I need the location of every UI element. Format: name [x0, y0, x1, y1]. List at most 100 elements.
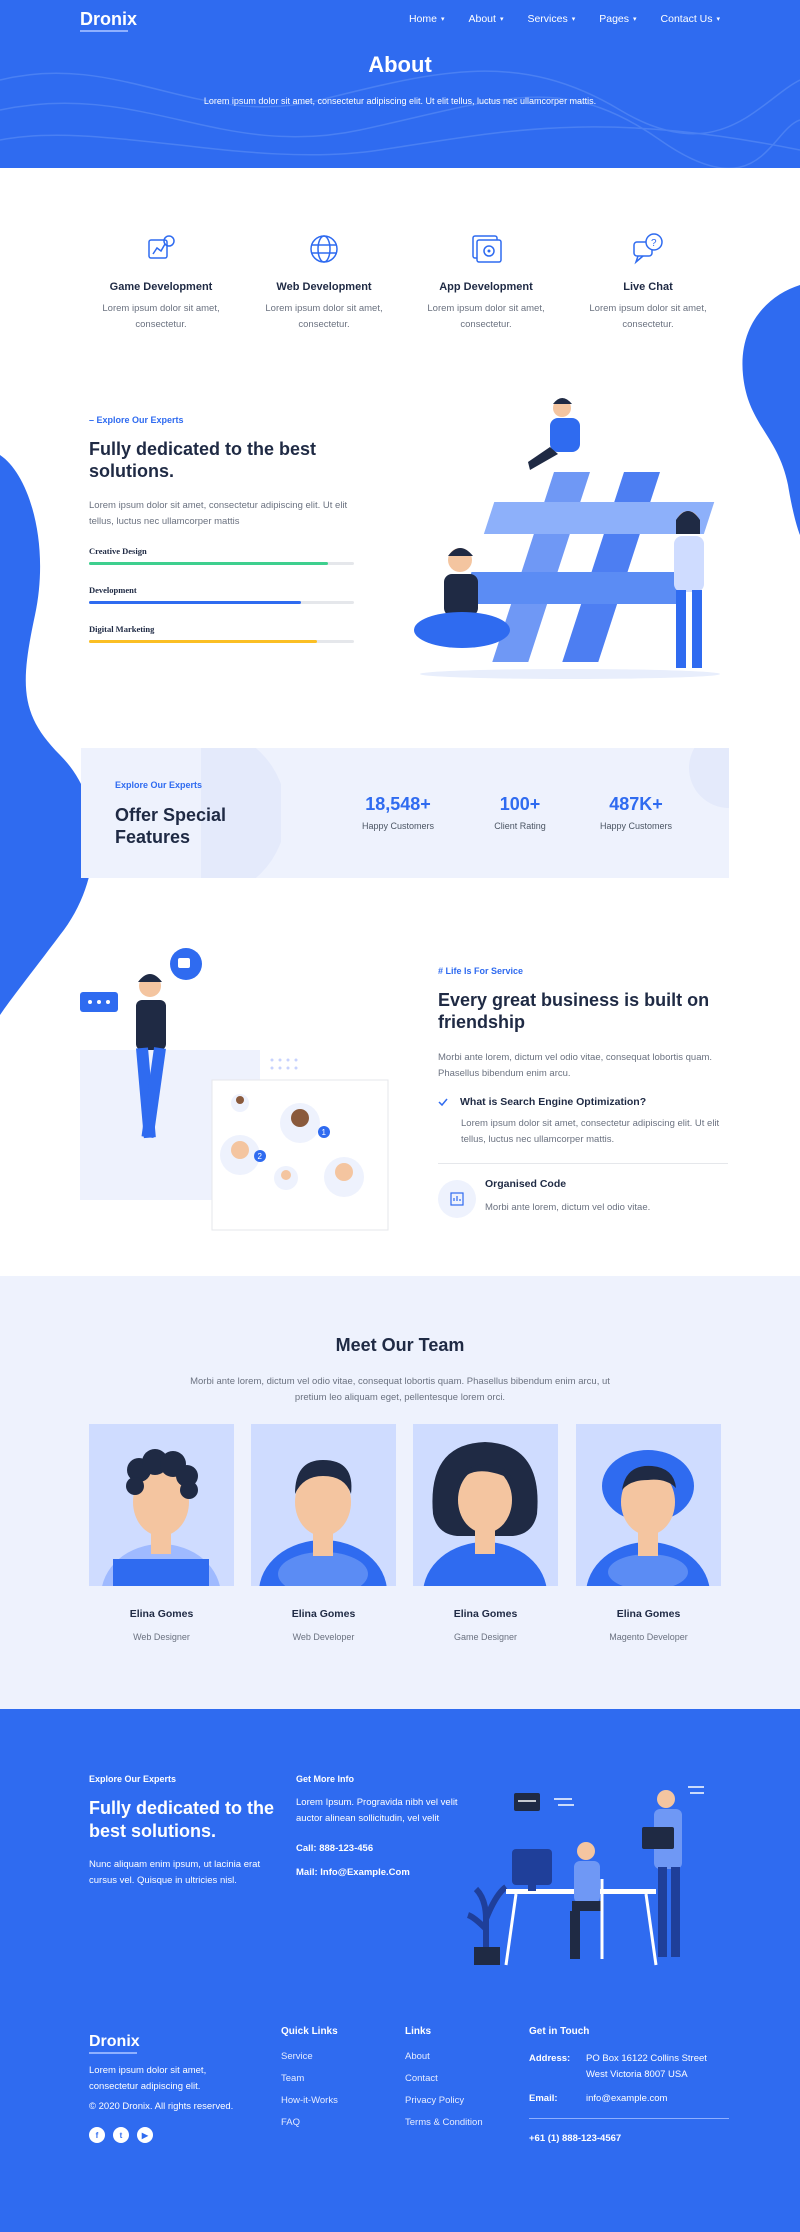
nav-item-home[interactable]: Home ▾ [409, 13, 445, 25]
nav-item-about[interactable]: About ▾ [469, 13, 504, 25]
member-role: Web Designer [133, 1632, 190, 1642]
footer-link-about[interactable]: About [405, 2051, 483, 2062]
member-name: Elina Gomes [291, 1608, 356, 1620]
member-photo [413, 1424, 558, 1586]
avatar [102, 1449, 220, 1586]
blob-decoration-right [742, 285, 800, 535]
stat-number: 18,548+ [365, 794, 431, 814]
skill-track [89, 562, 354, 565]
service-title: Game Development [109, 281, 213, 293]
service-card-web-development[interactable]: Web Development Lorem ipsum dolor sit am… [254, 232, 394, 333]
footer-call[interactable]: Call: 888-123-456 [296, 1843, 373, 1854]
footer-links: Links About Contact Privacy Policy Terms… [405, 2026, 483, 2139]
address-label: Address: [529, 2053, 571, 2064]
team-member-card[interactable]: Elina Gomes Web Developer [251, 1424, 396, 1642]
member-name: Elina Gomes [616, 1608, 681, 1620]
nav-item-contact[interactable]: Contact Us ▾ [661, 13, 720, 25]
experts-title: Fully dedicated to the best solutions. [89, 439, 317, 481]
business-title: Every great business is built on friends… [438, 990, 710, 1032]
footer-link-contact[interactable]: Contact [405, 2073, 483, 2084]
phone-value[interactable]: +61 (1) 888-123-4567 [529, 2133, 729, 2144]
divider [529, 2118, 729, 2119]
stat-happy-customers-2: 487K+ Happy Customers [581, 794, 691, 831]
check-icon [438, 1098, 448, 1107]
member-role: Web Developer [292, 1632, 355, 1642]
skill-development: Development [89, 585, 354, 604]
nav-label: Services [527, 13, 568, 25]
stats-panel: Explore Our Experts Offer Special Featur… [81, 748, 729, 878]
email-label: Email: [529, 2093, 558, 2104]
faq-item[interactable]: What is Search Engine Optimization? Lore… [438, 1096, 728, 1148]
skill-label: Digital Marketing [89, 624, 155, 634]
chevron-down-icon: ▾ [499, 16, 504, 23]
footer-link-how-it-works[interactable]: How-it-Works [281, 2095, 338, 2106]
chevron-down-icon: ▾ [716, 16, 720, 23]
member-name: Elina Gomes [129, 1608, 194, 1620]
team-member-card[interactable]: Elina Gomes Magento Developer [576, 1424, 721, 1642]
skill-label: Creative Design [89, 546, 147, 556]
divider [438, 1163, 728, 1164]
footer-col-title: Links [405, 2026, 432, 2037]
feature-title: Organised Code [485, 1178, 567, 1190]
avatar [586, 1450, 710, 1586]
stat-caption: Client Rating [494, 821, 546, 831]
business-kicker: # Life Is For Service [438, 966, 524, 976]
skill-label: Development [89, 585, 137, 595]
footer-cta-title: Fully dedicated to the best solutions. [89, 1798, 275, 1841]
footer-link-privacy[interactable]: Privacy Policy [405, 2095, 483, 2106]
brand-logo[interactable]: Dronix [80, 9, 137, 30]
team-section: Meet Our Team Morbi ante lorem, dictum v… [0, 1276, 800, 1709]
page-subtitle: Lorem ipsum dolor sit amet, consectetur … [203, 96, 597, 106]
service-text: Lorem ipsum dolor sit amet, consectetur. [589, 303, 707, 330]
game-development-icon [148, 235, 175, 259]
blob-decoration-left [0, 455, 94, 1015]
stat-number: 100+ [499, 794, 541, 814]
footer-link-team[interactable]: Team [281, 2073, 338, 2084]
team-member-card[interactable]: Elina Gomes Web Designer [89, 1424, 234, 1642]
footer-cta-kicker: Explore Our Experts [89, 1774, 177, 1784]
footer-cta-text: Nunc aliquam enim ipsum, ut lacinia erat… [89, 1859, 261, 1886]
email-value[interactable]: info@example.com [586, 2093, 667, 2104]
member-name: Elina Gomes [453, 1608, 518, 1620]
globe-icon [310, 235, 338, 263]
stat-number: 487K+ [609, 794, 663, 814]
chat-help-icon: ? [633, 233, 663, 265]
stat-caption: Happy Customers [599, 821, 673, 831]
footer-link-terms[interactable]: Terms & Condition [405, 2117, 483, 2128]
network-badge-1: 1 [322, 1128, 327, 1137]
footer-info-title: Get More Info [296, 1774, 354, 1784]
facebook-icon[interactable]: f [89, 2127, 105, 2143]
nav-label: Pages [599, 13, 630, 25]
app-settings-icon [472, 235, 502, 263]
skill-fill [89, 640, 317, 643]
footer-link-faq[interactable]: FAQ [281, 2117, 338, 2128]
business-text: Morbi ante lorem, dictum vel odio vitae,… [438, 1052, 713, 1079]
twitter-icon[interactable]: t [113, 2127, 129, 2143]
faq-question: What is Search Engine Optimization? [460, 1096, 647, 1108]
chevron-down-icon: ▾ [571, 16, 576, 23]
skill-creative-design: Creative Design [89, 546, 354, 565]
hero-banner: Dronix Home ▾ About ▾ Services ▾ Pages ▾ Con… [0, 0, 800, 168]
footer-logo[interactable]: Dronix [89, 2033, 140, 2051]
skill-fill [89, 601, 301, 604]
service-card-game-development[interactable]: Game Development Lorem ipsum dolor sit a… [91, 232, 231, 333]
service-card-live-chat[interactable]: ? Live Chat Lorem ipsum dolor sit amet, … [578, 232, 718, 333]
avatar [259, 1460, 387, 1586]
code-icon [438, 1180, 476, 1218]
nav-item-services[interactable]: Services ▾ [527, 13, 575, 25]
member-photo [251, 1424, 396, 1586]
footer-col-title: Quick Links [281, 2026, 338, 2037]
team-title: Meet Our Team [335, 1335, 465, 1355]
skill-track [89, 640, 354, 643]
team-member-card[interactable]: Elina Gomes Game Designer [413, 1424, 558, 1642]
footer-mail[interactable]: Mail: Info@Example.Com [296, 1867, 410, 1878]
member-role: Magento Developer [609, 1632, 688, 1642]
service-card-app-development[interactable]: App Development Lorem ipsum dolor sit am… [416, 232, 556, 333]
youtube-icon[interactable]: ▶ [137, 2127, 153, 2143]
nav-item-pages[interactable]: Pages ▾ [599, 13, 636, 25]
service-text: Lorem ipsum dolor sit amet, consectetur. [427, 303, 545, 330]
chevron-down-icon: ▾ [633, 16, 637, 23]
member-photo [576, 1424, 721, 1586]
skill-digital-marketing: Digital Marketing [89, 624, 354, 643]
footer-link-service[interactable]: Service [281, 2051, 338, 2062]
